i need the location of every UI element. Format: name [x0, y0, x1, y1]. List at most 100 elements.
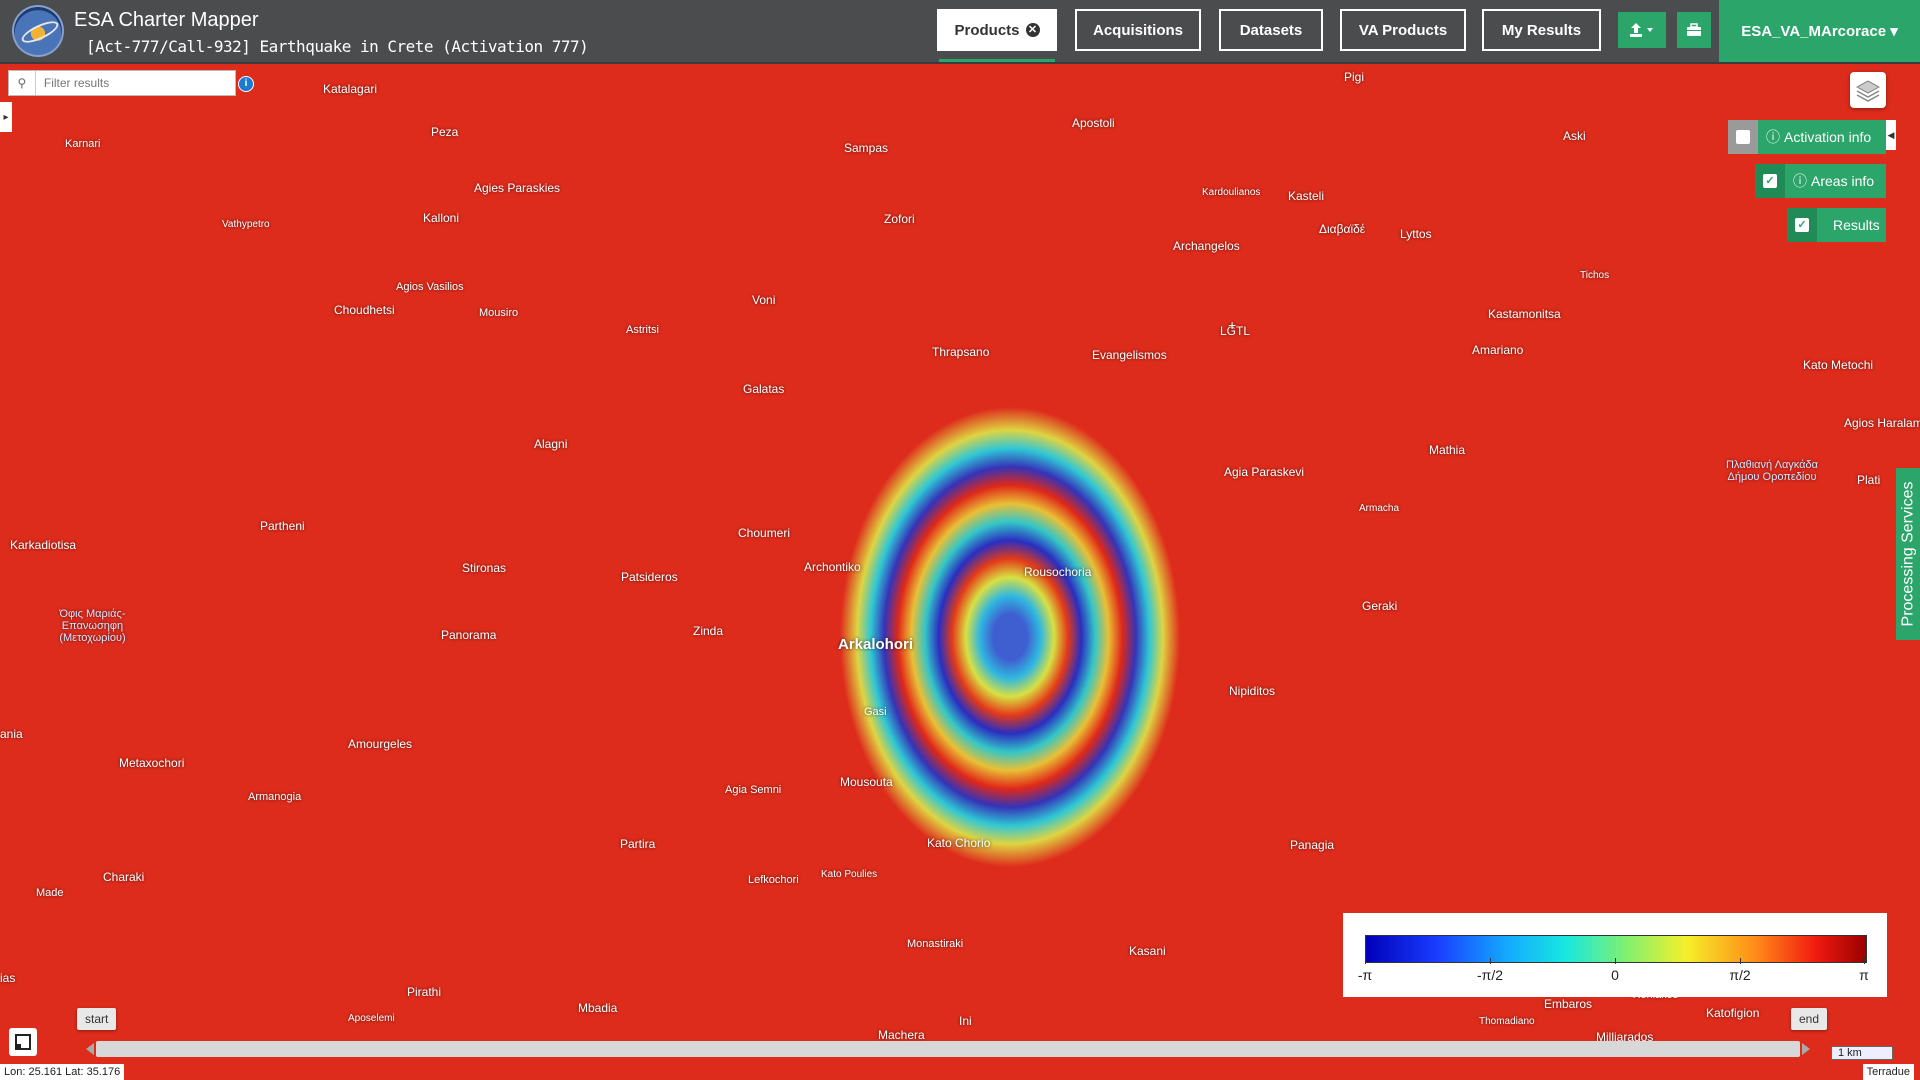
tab-products[interactable]: Products ✕ — [937, 9, 1057, 62]
place-label: Agia Paraskevi — [1224, 465, 1305, 479]
checkbox-activation-info[interactable] — [1728, 120, 1758, 154]
place-label: Archontiko — [804, 560, 861, 574]
place-label: Galatas — [743, 382, 785, 396]
place-label: Monastiraki — [907, 938, 964, 950]
filter-results-input[interactable] — [35, 75, 235, 91]
place-label: Plati — [1857, 473, 1881, 487]
tab-my-results[interactable]: My Results — [1482, 9, 1601, 51]
place-label: Voni — [752, 293, 776, 307]
search-icon: ⚲ — [9, 71, 36, 95]
checkbox-areas-info[interactable]: ✓ — [1755, 164, 1785, 198]
tab-datasets[interactable]: Datasets — [1219, 9, 1323, 51]
place-label: Thomadiano — [1479, 1016, 1535, 1027]
legend-tickmark — [1490, 958, 1491, 964]
place-label: Archangelos — [1173, 239, 1240, 253]
place-label: Kato Metochi — [1803, 358, 1874, 372]
place-label: Kalloni — [423, 211, 460, 225]
user-menu-button[interactable]: ESA_VA_MArcorace ▾ — [1719, 0, 1920, 62]
activation-info-toggle[interactable]: ⓘ Activation info — [1728, 120, 1886, 154]
place-label: Partheni — [260, 519, 305, 533]
tab-acquisitions[interactable]: Acquisitions — [1075, 9, 1201, 51]
briefcase-button[interactable] — [1677, 12, 1711, 48]
activation-title: [Act-777/Call-932] Earthquake in Crete (… — [86, 37, 589, 56]
place-label: Mathia — [1429, 443, 1466, 457]
place-label: Machera — [878, 1028, 925, 1042]
place-label: Armanogia — [248, 791, 302, 803]
upload-icon — [1630, 23, 1653, 37]
marker-cross-icon: + — [1228, 317, 1237, 333]
place-label: ias — [0, 971, 16, 985]
water-label: Όφις Μαριάς-Επανωσηφη (Μετοχωρίου) — [59, 608, 126, 644]
sidebar-expand-toggle[interactable]: ▸ — [0, 102, 12, 132]
place-label: Choumeri — [738, 526, 791, 540]
briefcase-icon — [1687, 23, 1701, 36]
panel-collapse-toggle[interactable]: ◀ — [1886, 120, 1896, 150]
place-label: Metaxochori — [119, 756, 185, 770]
place-label: Vathypetro — [222, 219, 270, 230]
place-label: Kasani — [1129, 944, 1166, 958]
place-label: Made — [36, 887, 64, 899]
place-label: Astritsi — [626, 324, 659, 336]
map-attribution[interactable]: Terradue — [1862, 1064, 1914, 1080]
place-label: Stironas — [462, 561, 507, 575]
upload-button[interactable] — [1618, 12, 1666, 48]
legend-color-bar — [1365, 935, 1867, 963]
tab-products-label: Products — [954, 21, 1020, 39]
place-label: Choudhetsi — [334, 303, 395, 317]
timeline-start-flag[interactable]: start — [77, 1008, 117, 1030]
place-label: Charaki — [103, 870, 145, 884]
processing-services-tab[interactable]: Processing Services — [1896, 468, 1920, 640]
filter-results-box: ⚲ — [8, 70, 236, 96]
place-label: Agios Haralam — [1844, 416, 1920, 430]
place-label: Karkadiotisa — [10, 538, 77, 552]
app-header: ESA Charter Mapper [Act-777/Call-932] Ea… — [0, 0, 1920, 64]
timeline-end-flag[interactable]: end — [1791, 1008, 1828, 1030]
place-label: Amariano — [1472, 343, 1524, 357]
place-label: Ini — [959, 1014, 972, 1028]
place-label: Kasteli — [1288, 189, 1325, 203]
place-label: Agia Semni — [725, 784, 782, 796]
place-label: Gasi — [864, 706, 887, 718]
legend-tickmark — [1615, 958, 1616, 964]
timeline-end-handle[interactable] — [1802, 1043, 1810, 1055]
phase-legend: -π -π/2 0 π/2 π — [1343, 913, 1887, 997]
place-label: Peza — [431, 125, 459, 139]
place-label: Mousiro — [479, 307, 519, 319]
place-label: Tichos — [1580, 270, 1610, 281]
place-label: Agies Paraskies — [474, 181, 561, 195]
fullscreen-button[interactable] — [9, 1028, 37, 1056]
place-label: Armacha — [1359, 503, 1400, 514]
legend-tickmark — [1740, 958, 1741, 964]
areas-info-label: Areas info — [1811, 173, 1875, 189]
place-label: Pigi — [1344, 70, 1365, 84]
esa-charter-logo-icon[interactable] — [12, 5, 64, 57]
place-label: Kato Chorio — [927, 836, 991, 850]
info-icon[interactable]: i — [238, 76, 254, 92]
close-icon[interactable]: ✕ — [1025, 23, 1040, 37]
place-label: Katalagari — [323, 82, 378, 96]
info-circle-icon: ⓘ — [1766, 129, 1780, 145]
processing-services-label: Processing Services — [1899, 481, 1917, 627]
checkbox-results[interactable]: ✓ — [1787, 208, 1817, 242]
tab-va-products[interactable]: VA Products — [1340, 9, 1466, 51]
timeline-slider[interactable] — [96, 1041, 1800, 1057]
place-label: Karnari — [65, 138, 101, 150]
areas-info-toggle[interactable]: ✓ ⓘ Areas info — [1755, 164, 1886, 198]
place-label: Pirathi — [407, 985, 442, 999]
fullscreen-icon — [15, 1034, 31, 1050]
layers-button[interactable] — [1850, 72, 1886, 108]
place-label: Panagia — [1290, 838, 1335, 852]
place-label: Alagni — [534, 437, 568, 451]
place-label: Mbadia — [578, 1001, 618, 1015]
results-toggle[interactable]: ✓ Results — [1787, 208, 1886, 242]
place-label-major: Arkalohori — [838, 636, 914, 653]
timeline-start-handle[interactable] — [86, 1043, 94, 1055]
place-label: Partira — [620, 837, 656, 851]
layers-icon — [1855, 80, 1881, 102]
place-label: Rousochoria — [1024, 565, 1092, 579]
place-label: Apostoli — [1072, 116, 1115, 130]
water-label: Πλαθιανή Λαγκάδα Δήμου Οροπεδίου — [1725, 459, 1819, 483]
app-title: ESA Charter Mapper — [74, 9, 259, 31]
place-label: Kastamonitsa — [1488, 307, 1561, 321]
legend-tick-label: 0 — [1611, 967, 1619, 983]
